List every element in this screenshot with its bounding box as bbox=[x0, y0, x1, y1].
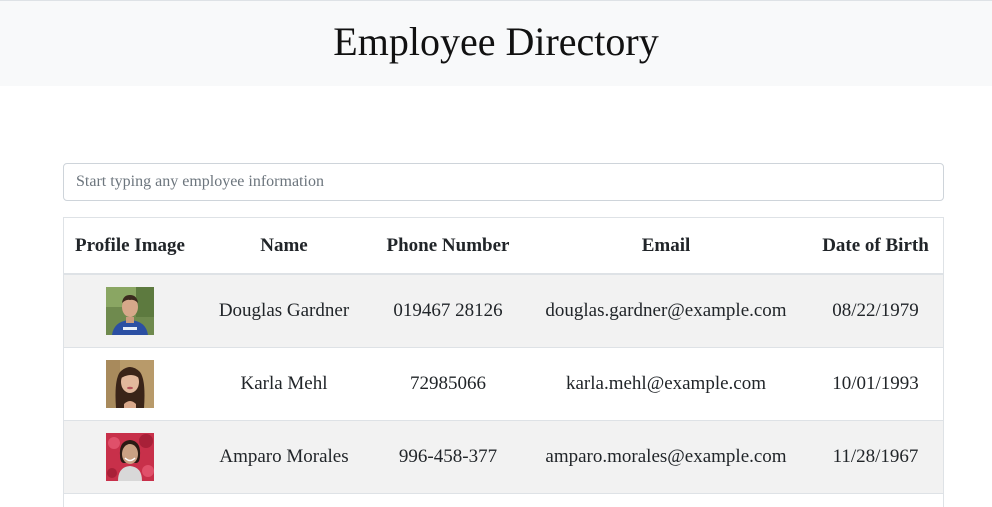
employee-name: Douglas Gardner bbox=[196, 274, 372, 348]
employee-table: Profile Image Name Phone Number Email Da… bbox=[64, 218, 943, 494]
profile-image-cell bbox=[64, 420, 196, 494]
employee-name: Karla Mehl bbox=[196, 347, 372, 421]
avatar bbox=[106, 360, 154, 408]
column-header-phone[interactable]: Phone Number bbox=[372, 218, 524, 275]
avatar bbox=[106, 287, 154, 335]
column-header-email[interactable]: Email bbox=[524, 218, 808, 275]
table-row: Douglas Gardner 019467 28126 douglas.gar… bbox=[64, 274, 943, 348]
employee-phone: 72985066 bbox=[372, 347, 524, 421]
employee-phone: 996-458-377 bbox=[372, 420, 524, 494]
employee-dob: 08/22/1979 bbox=[808, 274, 943, 348]
column-header-name[interactable]: Name bbox=[196, 218, 372, 275]
employee-email: karla.mehl@example.com bbox=[524, 347, 808, 421]
employee-dob: 10/01/1993 bbox=[808, 347, 943, 421]
employee-table-container: Profile Image Name Phone Number Email Da… bbox=[63, 217, 944, 507]
profile-image-cell bbox=[64, 347, 196, 421]
table-row: Amparo Morales 996-458-377 amparo.morale… bbox=[64, 420, 943, 494]
column-header-dob[interactable]: Date of Birth bbox=[808, 218, 943, 275]
avatar bbox=[106, 433, 154, 481]
column-header-profile-image[interactable]: Profile Image bbox=[64, 218, 196, 275]
page-header: Employee Directory bbox=[0, 0, 992, 86]
table-header-row: Profile Image Name Phone Number Email Da… bbox=[64, 218, 943, 275]
profile-image-cell bbox=[64, 274, 196, 348]
search-input[interactable] bbox=[63, 163, 944, 201]
employee-name: Amparo Morales bbox=[196, 420, 372, 494]
table-row: Karla Mehl 72985066 karla.mehl@example.c… bbox=[64, 347, 943, 421]
employee-phone: 019467 28126 bbox=[372, 274, 524, 348]
employee-email: douglas.gardner@example.com bbox=[524, 274, 808, 348]
employee-dob: 11/28/1967 bbox=[808, 420, 943, 494]
page-title: Employee Directory bbox=[333, 18, 659, 64]
employee-email: amparo.morales@example.com bbox=[524, 420, 808, 494]
